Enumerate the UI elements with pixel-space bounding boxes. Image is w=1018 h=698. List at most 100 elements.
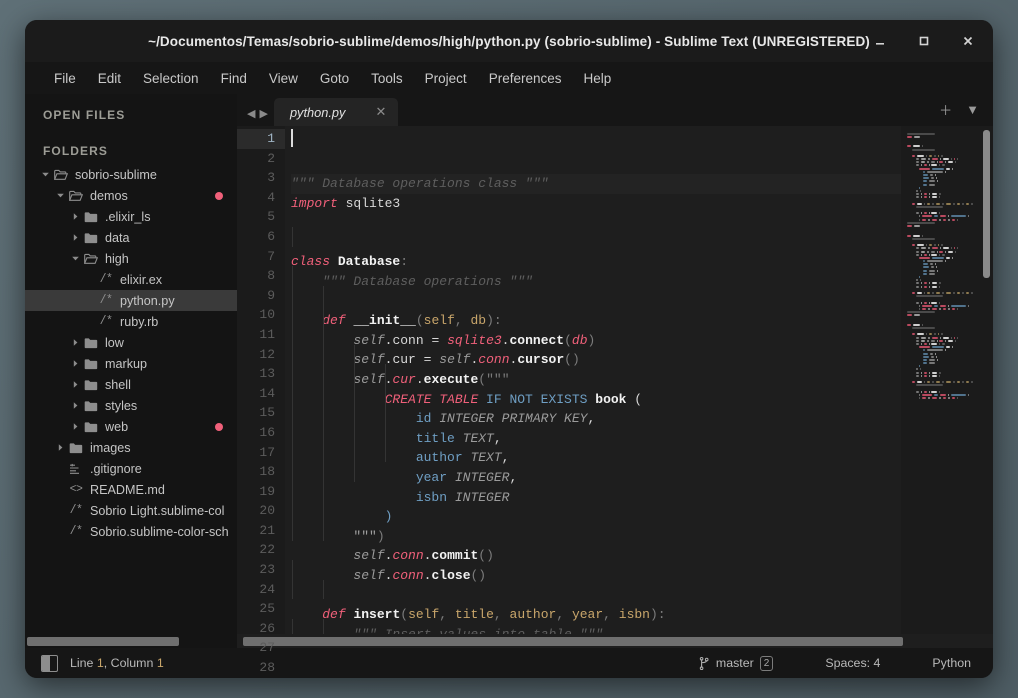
chevron-right-icon[interactable]: [54, 443, 67, 452]
menu-item-selection[interactable]: Selection: [132, 67, 210, 90]
chevron-down-icon[interactable]: [39, 170, 52, 179]
code-line[interactable]: def __init__(self, db):: [291, 311, 901, 331]
minimap-token: [951, 304, 966, 307]
chevron-right-icon[interactable]: [69, 359, 82, 368]
code-line[interactable]: [291, 292, 901, 312]
tree-file-row[interactable]: /* elixir.ex: [25, 269, 237, 290]
minimap-token: [924, 253, 927, 256]
line-number: 11: [259, 326, 275, 342]
menu-item-goto[interactable]: Goto: [309, 67, 360, 90]
tree-file-row[interactable]: .gitignore: [25, 458, 237, 479]
code-line[interactable]: CREATE TABLE IF NOT EXISTS book (: [291, 390, 901, 410]
code-line[interactable]: title TEXT,: [291, 429, 901, 449]
tree-folder-row[interactable]: images: [25, 437, 237, 458]
code-line[interactable]: """ Database operations class """: [291, 174, 901, 194]
tab-close-icon[interactable]: ✕: [375, 104, 386, 120]
chevron-down-icon[interactable]: [54, 191, 67, 200]
minimize-button[interactable]: [867, 28, 893, 54]
code-line[interactable]: import sqlite3: [291, 194, 901, 214]
tree-folder-row[interactable]: high: [25, 248, 237, 269]
code-line[interactable]: class Database:: [291, 252, 901, 272]
code-editor[interactable]: """ Database operations class """ import …: [285, 126, 901, 634]
cursor-position[interactable]: Line 1, Column 1: [70, 656, 164, 670]
menu-item-edit[interactable]: Edit: [87, 67, 132, 90]
editor-tab[interactable]: python.py ✕: [273, 98, 399, 126]
indentation-status[interactable]: Spaces: 4: [825, 656, 880, 670]
code-line[interactable]: self.cur = self.conn.cursor(): [291, 350, 901, 370]
tree-file-row[interactable]: /* python.py: [25, 290, 237, 311]
tree-folder-row[interactable]: .elixir_ls: [25, 206, 237, 227]
menu-item-help[interactable]: Help: [573, 67, 623, 90]
tree-folder-row[interactable]: styles: [25, 395, 237, 416]
editor-scrollbar-thumb[interactable]: [243, 636, 903, 646]
tree-folder-row[interactable]: demos: [25, 185, 237, 206]
menu-item-find[interactable]: Find: [210, 67, 258, 90]
minimap-token: [931, 253, 938, 256]
code-line[interactable]: [291, 585, 901, 605]
tree-folder-row[interactable]: markup: [25, 353, 237, 374]
tree-file-row[interactable]: /* ruby.rb: [25, 311, 237, 332]
chevron-right-icon[interactable]: [69, 401, 82, 410]
tree-folder-row[interactable]: web: [25, 416, 237, 437]
minimap-token: [913, 323, 921, 326]
minimap-token: [948, 307, 950, 310]
menu-item-project[interactable]: Project: [414, 67, 478, 90]
editor-horizontal-scrollbar[interactable]: [237, 634, 993, 648]
minimap-token: [939, 158, 941, 161]
minimap-token: [915, 339, 920, 342]
minimap-token: [907, 132, 936, 135]
code-line[interactable]: isbn INTEGER: [291, 488, 901, 508]
tree-file-row[interactable]: /* Sobrio Light.sublime-col: [25, 500, 237, 521]
code-line[interactable]: self.conn.close(): [291, 566, 901, 586]
git-branch-status[interactable]: master 2: [699, 655, 774, 671]
sidebar-toggle-icon[interactable]: [41, 654, 58, 672]
tab-menu-chevron-down-icon[interactable]: ▼: [966, 102, 979, 117]
code-line[interactable]: id INTEGER PRIMARY KEY,: [291, 409, 901, 429]
menu-item-tools[interactable]: Tools: [360, 67, 414, 90]
chevron-right-icon[interactable]: [69, 380, 82, 389]
tree-file-row[interactable]: /* Sobrio.sublime-color-sch: [25, 521, 237, 542]
minimap-token: [921, 374, 923, 377]
code-line[interactable]: [291, 233, 901, 253]
new-tab-icon[interactable]: ＋: [939, 100, 952, 119]
code-line[interactable]: self.conn = sqlite3.connect(db): [291, 331, 901, 351]
menu-item-preferences[interactable]: Preferences: [478, 67, 573, 90]
syntax-status[interactable]: Python: [932, 656, 971, 670]
minimap-token: [931, 336, 938, 339]
chevron-down-icon[interactable]: [69, 254, 82, 263]
sidebar-horizontal-scrollbar[interactable]: [25, 634, 237, 648]
code-line[interactable]: def insert(self, title, author, year, is…: [291, 605, 901, 625]
menu-item-file[interactable]: File: [43, 67, 87, 90]
tree-file-row[interactable]: <> README.md: [25, 479, 237, 500]
code-line[interactable]: ): [291, 507, 901, 527]
code-line[interactable]: """): [291, 527, 901, 547]
code-line[interactable]: """ Insert values into table """: [291, 625, 901, 634]
sidebar-scrollbar-thumb[interactable]: [27, 636, 179, 646]
minimap-scrollbar-thumb[interactable]: [983, 130, 990, 278]
code-line[interactable]: year INTEGER,: [291, 468, 901, 488]
tab-prev-icon[interactable]: ◀: [247, 107, 255, 120]
tab-next-icon[interactable]: ▶: [259, 107, 267, 120]
tree-folder-row[interactable]: data: [25, 227, 237, 248]
tree-folder-row[interactable]: shell: [25, 374, 237, 395]
code-token: year: [415, 469, 455, 485]
chevron-right-icon[interactable]: [69, 212, 82, 221]
code-line[interactable]: self.cur.execute(""": [291, 370, 901, 390]
line-number: 12: [259, 346, 275, 362]
chevron-right-icon[interactable]: [69, 338, 82, 347]
menu-item-view[interactable]: View: [258, 67, 309, 90]
code-line[interactable]: """ Database operations """: [291, 272, 901, 292]
chevron-right-icon[interactable]: [69, 422, 82, 431]
code-line[interactable]: [291, 213, 901, 233]
close-button[interactable]: [955, 28, 981, 54]
tree-folder-row[interactable]: low: [25, 332, 237, 353]
tree-folder-row[interactable]: sobrio-sublime: [25, 164, 237, 185]
minimap[interactable]: [901, 126, 993, 634]
code-line[interactable]: author TEXT,: [291, 448, 901, 468]
minimap-token: [939, 250, 943, 253]
code-line[interactable]: self.conn.commit(): [291, 546, 901, 566]
code-token: ):: [649, 607, 666, 623]
maximize-button[interactable]: [911, 28, 937, 54]
chevron-right-icon[interactable]: [69, 233, 82, 242]
